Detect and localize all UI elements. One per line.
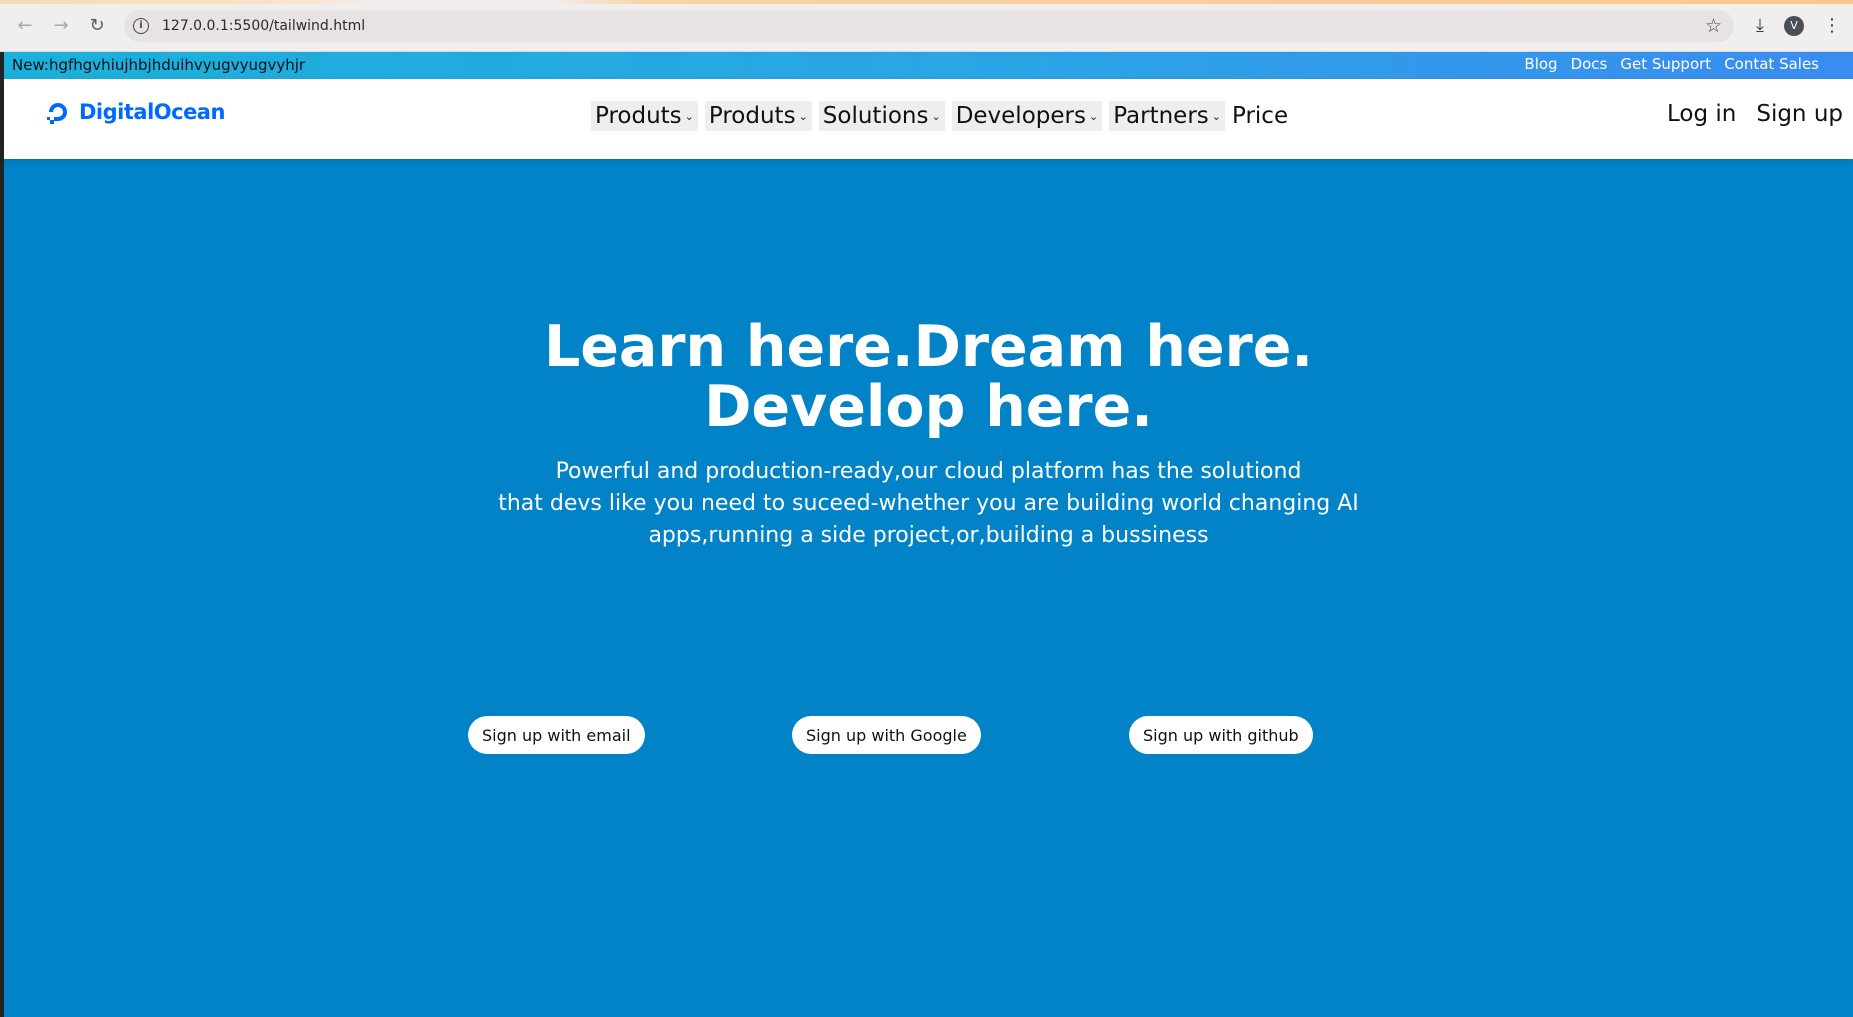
promo-bar: New:hgfhgvhiujhbjhduihvyugvyugvyhjr Blog… [4, 52, 1853, 79]
address-url[interactable]: 127.0.0.1:5500/tailwind.html [162, 18, 365, 34]
reload-icon[interactable]: ↻ [86, 14, 108, 36]
hero-title-line: Develop here. [704, 374, 1153, 440]
signup-link[interactable]: Sign up [1756, 101, 1843, 127]
site-info-icon[interactable]: i [133, 18, 149, 34]
logo-text: DigitalOcean [79, 100, 225, 124]
hero-subtitle-line: Powerful and production-ready,our cloud … [555, 459, 1302, 484]
promo-link-sales[interactable]: Contat Sales [1724, 55, 1819, 73]
nav-item-partners[interactable]: Partners ⌄ [1109, 101, 1225, 131]
promo-link-blog[interactable]: Blog [1524, 55, 1557, 73]
nav-item-developers[interactable]: Developers ⌄ [951, 101, 1103, 131]
hero-subtitle: Powerful and production-ready,our cloud … [4, 456, 1853, 552]
nav-item-label: Solutions [822, 103, 929, 129]
login-link[interactable]: Log in [1667, 101, 1736, 127]
nav-item-label: Developers [955, 103, 1086, 129]
page-viewport: New:hgfhgvhiujhbjhduihvyugvyugvyhjr Blog… [4, 52, 1853, 1017]
profile-avatar[interactable]: V [1784, 16, 1804, 36]
nav-menu: Produts ⌄ Produts ⌄ Solutions ⌄ Develope… [591, 101, 1288, 131]
logo[interactable]: DigitalOcean [43, 97, 225, 127]
chevron-down-icon: ⌄ [931, 109, 941, 123]
main-navbar: DigitalOcean Produts ⌄ Produts ⌄ Solutio… [4, 79, 1853, 159]
nav-item-price[interactable]: Price [1232, 101, 1288, 131]
promo-text: New:hgfhgvhiujhbjhduihvyugvyugvyhjr [12, 56, 306, 74]
nav-item-produts-2[interactable]: Produts ⌄ [704, 101, 812, 131]
nav-item-solutions[interactable]: Solutions ⌄ [818, 101, 945, 131]
back-icon[interactable]: ← [14, 14, 36, 36]
promo-link-support[interactable]: Get Support [1620, 55, 1711, 73]
bookmark-star-icon[interactable]: ☆ [1705, 15, 1722, 37]
hero-subtitle-line: that devs like you need to suceed-whethe… [498, 491, 1359, 516]
browser-menu-icon[interactable]: ⋮ [1820, 13, 1844, 37]
chevron-down-icon: ⌄ [1211, 109, 1221, 123]
auth-links: Log in Sign up [1667, 101, 1843, 127]
nav-item-produts-1[interactable]: Produts ⌄ [591, 101, 698, 131]
hero-subtitle-line: apps,running a side project,or,building … [648, 523, 1209, 548]
promo-link-docs[interactable]: Docs [1571, 55, 1608, 73]
hero-title-line: Learn here.Dream here. [543, 314, 1314, 380]
address-bar[interactable]: i 127.0.0.1:5500/tailwind.html ☆ [124, 10, 1734, 42]
nav-item-label: Partners [1113, 103, 1209, 129]
hero-title: Learn here.Dream here. Develop here. [4, 317, 1853, 437]
signup-google-button[interactable]: Sign up with Google [792, 716, 981, 754]
chevron-down-icon: ⌄ [1088, 109, 1099, 123]
forward-icon[interactable]: → [50, 14, 72, 36]
nav-item-label: Produts [708, 103, 796, 129]
browser-toolbar: ← → ↻ i 127.0.0.1:5500/tailwind.html ☆ ⤓… [0, 0, 1853, 52]
tab-strip [0, 0, 1853, 4]
download-icon[interactable]: ⤓ [1748, 13, 1772, 37]
promo-links: Blog Docs Get Support Contat Sales [1524, 55, 1819, 73]
nav-item-label: Produts [595, 103, 682, 129]
chevron-down-icon: ⌄ [684, 109, 694, 123]
digitalocean-logo-icon [47, 103, 67, 124]
chevron-down-icon: ⌄ [798, 109, 808, 123]
signup-email-button[interactable]: Sign up with email [468, 716, 645, 754]
signup-github-button[interactable]: Sign up with github [1129, 716, 1313, 754]
